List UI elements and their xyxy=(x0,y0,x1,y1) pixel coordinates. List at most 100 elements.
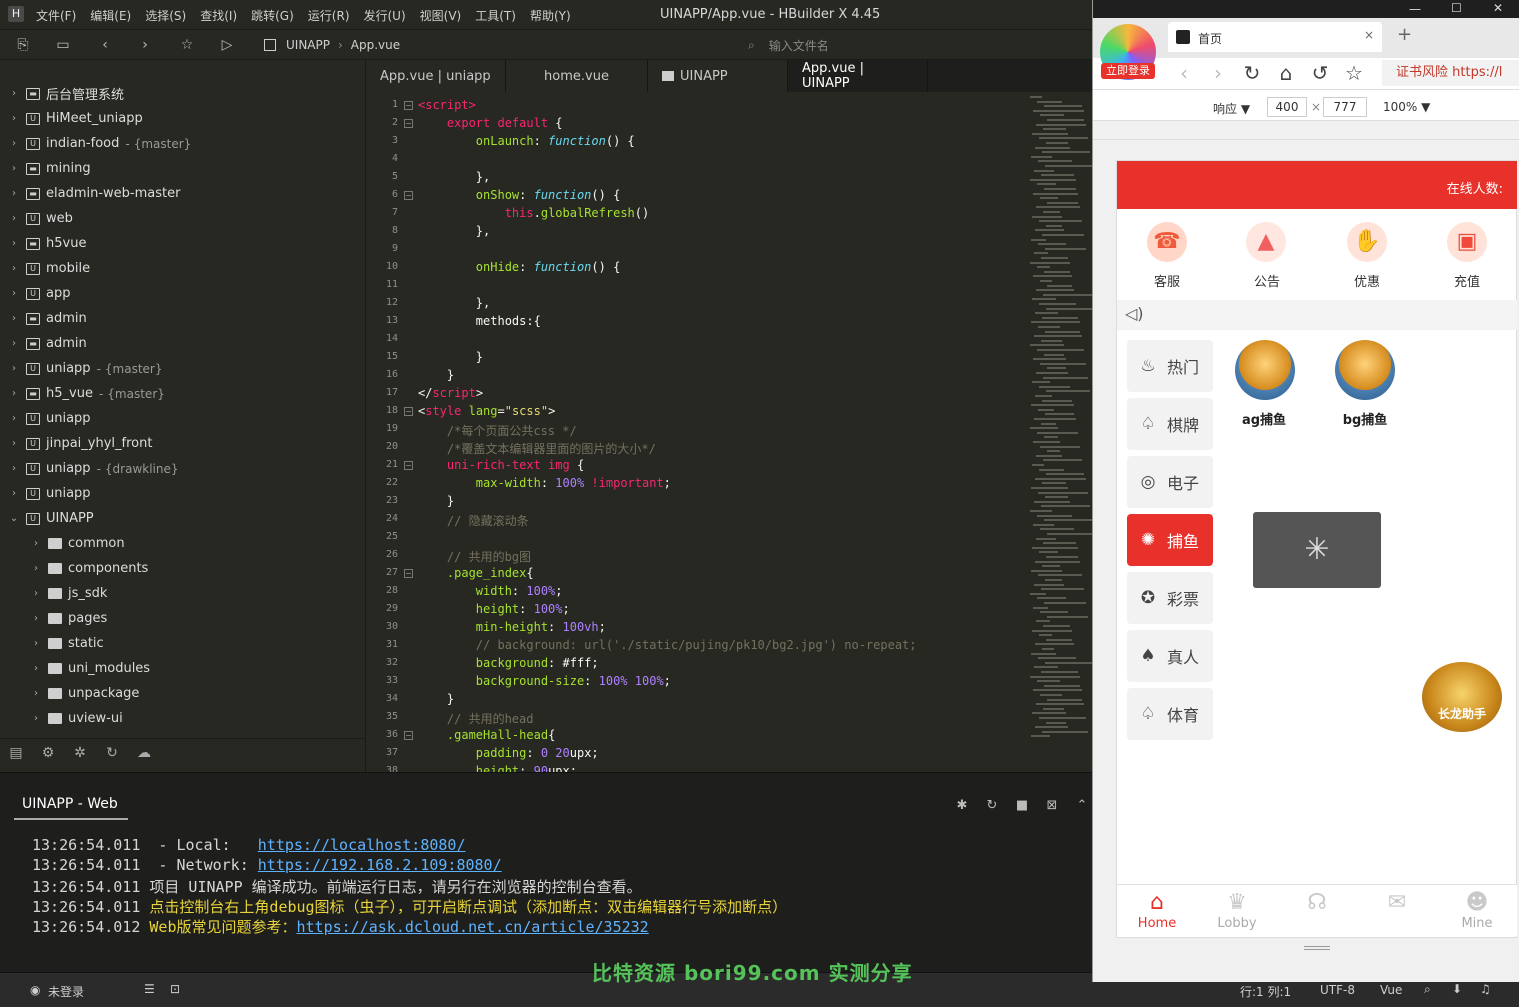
fold-toggle-icon[interactable]: − xyxy=(404,119,413,128)
collapse-icon[interactable]: ⌃ xyxy=(1074,798,1090,814)
browser-tab[interactable]: 首页 × xyxy=(1168,22,1382,52)
chevron-right-icon[interactable]: › xyxy=(8,463,20,474)
notification-icon[interactable]: ♫ xyxy=(1480,982,1491,996)
line-number[interactable]: 22 xyxy=(366,477,398,488)
tree-item[interactable]: › ▬ h5vue xyxy=(8,231,368,256)
favorite-icon[interactable]: ☆ xyxy=(1342,61,1366,85)
search-icon[interactable]: ⌕ xyxy=(1424,982,1431,997)
list-icon[interactable]: ☰ xyxy=(144,982,155,996)
download-icon[interactable]: ⬇ xyxy=(1452,982,1462,996)
game-bg-fishing-label[interactable]: bg捕鱼 xyxy=(1325,409,1405,428)
menu-goto[interactable]: 跳转(G) xyxy=(251,7,294,24)
chevron-right-icon[interactable]: › xyxy=(8,288,20,299)
chevron-right-icon[interactable]: › xyxy=(8,163,20,174)
file-search-input[interactable]: 输入文件名 xyxy=(769,37,829,54)
new-file-icon[interactable]: ⎘ xyxy=(12,34,34,56)
line-number[interactable]: 35 xyxy=(366,711,398,722)
breadcrumb-project[interactable]: UINAPP xyxy=(286,38,330,52)
device-height-input[interactable]: 777 xyxy=(1323,97,1367,117)
line-number[interactable]: 25 xyxy=(366,531,398,542)
login-status[interactable]: 未登录 xyxy=(48,983,84,1000)
minimize-icon[interactable]: — xyxy=(1409,2,1421,16)
line-number[interactable]: 33 xyxy=(366,675,398,686)
game-ag-fishing-label[interactable]: ag捕鱼 xyxy=(1224,409,1304,428)
line-number[interactable]: 31 xyxy=(366,639,398,650)
tree-item[interactable]: › Uapp xyxy=(8,281,368,306)
user-icon[interactable]: ◉ xyxy=(30,983,40,997)
line-number[interactable]: 16 xyxy=(366,369,398,380)
stop-icon[interactable]: ■ xyxy=(1014,798,1030,814)
chevron-right-icon[interactable]: › xyxy=(8,113,20,124)
tree-item[interactable]: › Uuniapp - {master} xyxy=(8,356,368,381)
line-number[interactable]: 29 xyxy=(366,603,398,614)
line-number[interactable]: 36 xyxy=(366,729,398,740)
encoding[interactable]: UTF-8 xyxy=(1320,983,1355,997)
line-number[interactable]: 24 xyxy=(366,513,398,524)
menu-find[interactable]: 查找(I) xyxy=(200,7,237,24)
long-dragon-helper[interactable]: 长龙助手 xyxy=(1422,662,1502,732)
tab-home-vue[interactable]: home.vue xyxy=(506,60,648,92)
menu-file[interactable]: 文件(F) xyxy=(36,7,76,24)
line-number[interactable]: 27 xyxy=(366,567,398,578)
menu-select[interactable]: 选择(S) xyxy=(145,7,186,24)
line-number[interactable]: 12 xyxy=(366,297,398,308)
tree-item[interactable]: › Uuniapp - {drawkline} xyxy=(8,456,368,481)
line-number[interactable]: 23 xyxy=(366,495,398,506)
tree-item[interactable]: › js_sdk xyxy=(30,581,390,606)
chevron-right-icon[interactable]: › xyxy=(8,488,20,499)
tab-service[interactable]: ☊ xyxy=(1277,890,1357,916)
line-number[interactable]: 15 xyxy=(366,351,398,362)
line-number[interactable]: 7 xyxy=(366,207,398,218)
tab-mine[interactable]: ☻ Mine xyxy=(1437,890,1517,931)
close-window-icon[interactable]: ✕ xyxy=(1493,1,1503,15)
line-number[interactable]: 32 xyxy=(366,657,398,668)
minimap[interactable] xyxy=(1024,92,1096,772)
chevron-down-icon[interactable]: ⌄ xyxy=(8,513,20,524)
faq-link[interactable]: https://ask.dcloud.net.cn/article/35232 xyxy=(297,918,649,936)
menu-help[interactable]: 帮助(Y) xyxy=(530,7,571,24)
menu-tools[interactable]: 工具(T) xyxy=(475,7,516,24)
tree-item[interactable]: › common xyxy=(30,531,390,556)
debug-icon[interactable]: ✲ xyxy=(70,745,90,765)
chevron-right-icon[interactable]: › xyxy=(8,263,20,274)
explorer-icon[interactable]: ▤ xyxy=(6,745,26,765)
new-tab-icon[interactable]: + xyxy=(1397,24,1412,45)
line-number[interactable]: 37 xyxy=(366,747,398,758)
tree-item[interactable]: › ▬ 后台管理系统 xyxy=(8,81,368,106)
tree-item[interactable]: › static xyxy=(30,631,390,656)
tab-app-vue-uinapp[interactable]: App.vue | UINAPP xyxy=(788,60,928,92)
address-bar[interactable]: 证书风险 https://l xyxy=(1382,60,1519,86)
line-number[interactable]: 5 xyxy=(366,171,398,182)
line-number[interactable]: 18 xyxy=(366,405,398,416)
chevron-right-icon[interactable]: › xyxy=(8,338,20,349)
line-number[interactable]: 2 xyxy=(366,117,398,128)
file-search[interactable]: ⌕ 输入文件名 xyxy=(748,30,829,60)
game-bg-fishing-icon[interactable] xyxy=(1335,340,1395,400)
back-icon[interactable]: ‹ xyxy=(94,34,116,56)
restart-icon[interactable]: ↻ xyxy=(984,798,1000,814)
chevron-right-icon[interactable]: › xyxy=(8,88,20,99)
line-number[interactable]: 20 xyxy=(366,441,398,452)
line-number[interactable]: 4 xyxy=(366,153,398,164)
line-number[interactable]: 19 xyxy=(366,423,398,434)
line-number[interactable]: 26 xyxy=(366,549,398,560)
bookmark-icon[interactable]: ☆ xyxy=(176,34,198,56)
tree-item[interactable]: › Uweb xyxy=(8,206,368,231)
chevron-right-icon[interactable]: › xyxy=(8,388,20,399)
chevron-right-icon[interactable]: › xyxy=(30,688,42,699)
tree-item[interactable]: › ▬ admin xyxy=(8,331,368,356)
line-number[interactable]: 1 xyxy=(366,99,398,110)
network-url-link[interactable]: https://192.168.2.109:8080/ xyxy=(258,856,502,874)
git-icon[interactable]: ↻ xyxy=(102,745,122,765)
tree-item[interactable]: › ▬ admin xyxy=(8,306,368,331)
zoom-select[interactable]: 100% ▼ xyxy=(1383,100,1430,114)
tree-item[interactable]: › ▬ h5_vue - {master} xyxy=(8,381,368,406)
tree-item[interactable]: › Uindian-food - {master} xyxy=(8,131,368,156)
tree-item[interactable]: › Ujinpai_yhyl_front xyxy=(8,431,368,456)
line-number[interactable]: 10 xyxy=(366,261,398,272)
wallet-icon[interactable]: ▣ xyxy=(1447,222,1487,262)
forward-icon[interactable]: › xyxy=(134,34,156,56)
resize-handle-icon[interactable] xyxy=(1304,946,1330,950)
line-number[interactable]: 11 xyxy=(366,279,398,290)
cloud-icon[interactable]: ☁ xyxy=(134,745,154,765)
